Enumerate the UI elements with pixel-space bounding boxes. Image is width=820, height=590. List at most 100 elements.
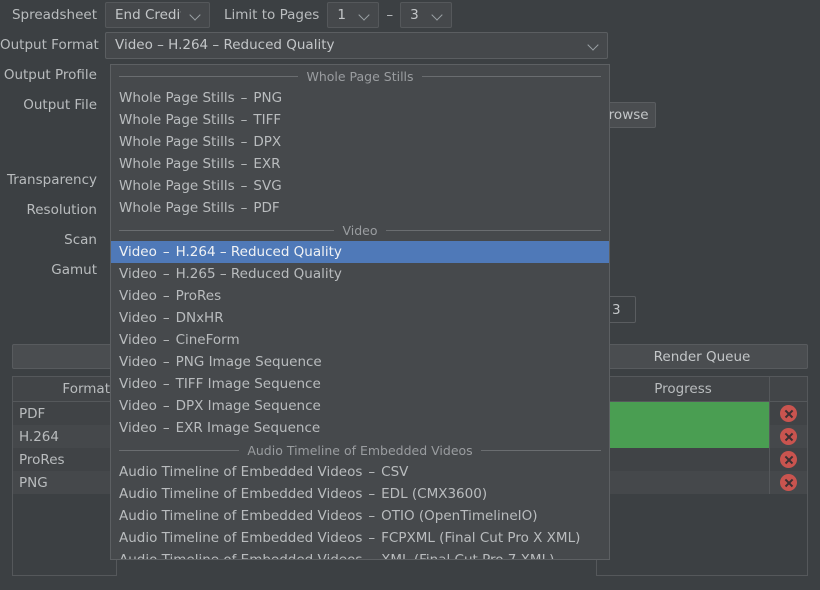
dropdown-option[interactable]: Whole Page Stills – PNG	[111, 87, 609, 109]
option-group-title: Whole Page Stills	[306, 68, 414, 84]
row-spreadsheet: Spreadsheet End Credits Limit to Pages 1…	[0, 0, 820, 30]
dropdown-option[interactable]: Whole Page Stills – DPX	[111, 131, 609, 153]
option-separator: –	[368, 552, 376, 560]
queue-table-header: Progress	[597, 377, 807, 402]
option-separator: –	[240, 156, 248, 172]
option-prefix: Video	[119, 376, 157, 392]
dropdown-option-selected[interactable]: Video – H.264 – Reduced Quality	[111, 241, 609, 263]
spreadsheet-combobox[interactable]: End Credits	[105, 2, 210, 28]
format-cell: ProRes	[19, 451, 65, 468]
option-prefix: Audio Timeline of Embedded Videos	[119, 486, 363, 502]
option-prefix: Audio Timeline of Embedded Videos	[119, 552, 363, 560]
dropdown-option[interactable]: Audio Timeline of Embedded Videos – OTIO (…	[111, 505, 609, 527]
render-settings-panel: Spreadsheet End Credits Limit to Pages 1…	[0, 0, 820, 590]
chevron-down-icon	[431, 8, 445, 22]
output-format-label: Output Format	[0, 37, 99, 53]
divider-line	[421, 75, 602, 77]
option-separator: –	[162, 244, 170, 260]
option-prefix: Audio Timeline of Embedded Videos	[119, 508, 363, 524]
option-separator: –	[240, 178, 248, 194]
option-suffix: EXR Image Sequence	[175, 420, 321, 436]
table-row[interactable]: H.264	[13, 425, 116, 448]
option-separator: –	[162, 398, 170, 414]
dropdown-option[interactable]: Video – DPX Image Sequence	[111, 395, 609, 417]
scan-label: Scan	[64, 232, 97, 248]
column-header-actions	[769, 377, 807, 401]
option-suffix: DNxHR	[175, 310, 224, 326]
dropdown-option[interactable]: Audio Timeline of Embedded Videos – CSV	[111, 461, 609, 483]
option-prefix: Whole Page Stills	[119, 200, 235, 216]
spreadsheet-label: Spreadsheet	[11, 7, 97, 23]
option-separator: –	[368, 486, 376, 502]
table-row[interactable]: PNG	[13, 471, 116, 494]
dropdown-option[interactable]: Audio Timeline of Embedded Videos – FCPXML…	[111, 527, 609, 549]
dropdown-option[interactable]: Audio Timeline of Embedded Videos – XML (F…	[111, 549, 609, 560]
divider-line	[119, 449, 240, 451]
close-circle-icon[interactable]	[780, 428, 797, 445]
page-range-dash: –	[386, 7, 394, 23]
actions-cell	[769, 448, 807, 471]
option-prefix: Video	[119, 420, 157, 436]
dropdown-option[interactable]: Video – TIFF Image Sequence	[111, 373, 609, 395]
page-from-value: 1	[337, 7, 346, 23]
format-cell: PDF	[19, 405, 46, 422]
table-row[interactable]	[597, 402, 807, 425]
dropdown-option[interactable]: Whole Page Stills – EXR	[111, 153, 609, 175]
option-suffix: FCPXML (Final Cut Pro X XML)	[381, 530, 581, 546]
progress-cell	[597, 402, 769, 425]
transparency-label: Transparency	[6, 172, 97, 188]
table-row[interactable]	[597, 425, 807, 448]
close-circle-icon[interactable]	[780, 405, 797, 422]
output-format-combobox[interactable]: Video – H.264 – Reduced Quality	[105, 31, 608, 59]
limit-to-pages-label: Limit to Pages	[224, 7, 320, 23]
queue-table-body	[597, 402, 807, 494]
dropdown-option[interactable]: Video – DNxHR	[111, 307, 609, 329]
page-to-combobox[interactable]: 3	[400, 2, 453, 28]
dropdown-option[interactable]: Whole Page Stills – TIFF	[111, 109, 609, 131]
dropdown-option[interactable]: Video – ProRes	[111, 285, 609, 307]
progress-bar	[597, 425, 769, 448]
option-separator: –	[368, 508, 376, 524]
table-row[interactable]: ProRes	[13, 448, 116, 471]
option-prefix: Whole Page Stills	[119, 90, 235, 106]
option-prefix: Video	[119, 332, 157, 348]
actions-cell	[769, 471, 807, 494]
dropdown-option[interactable]: Audio Timeline of Embedded Videos – EDL (C…	[111, 483, 609, 505]
option-prefix: Video	[119, 310, 157, 326]
option-suffix: SVG	[253, 178, 282, 194]
format-table-body: PDF H.264 ProRes PNG	[13, 402, 116, 494]
close-circle-icon[interactable]	[780, 451, 797, 468]
gamut-label: Gamut	[51, 262, 97, 278]
dropdown-option[interactable]: Video – EXR Image Sequence	[111, 417, 609, 439]
option-separator: –	[162, 376, 170, 392]
option-separator: –	[162, 354, 170, 370]
option-separator: –	[162, 288, 170, 304]
format-table: Format PDF H.264 ProRes PNG	[12, 376, 117, 576]
option-suffix: XML (Final Cut Pro 7 XML)	[381, 552, 555, 560]
render-queue-button[interactable]: Render Queue	[596, 344, 808, 369]
dropdown-option[interactable]: Video – PNG Image Sequence	[111, 351, 609, 373]
option-group-title: Audio Timeline of Embedded Videos	[247, 442, 473, 458]
dropdown-option[interactable]: Whole Page Stills – SVG	[111, 175, 609, 197]
dropdown-option[interactable]: Whole Page Stills – PDF	[111, 197, 609, 219]
option-suffix: TIFF	[253, 112, 282, 128]
option-suffix: H.264 – Reduced Quality	[175, 244, 342, 260]
table-row[interactable]	[597, 448, 807, 471]
page-from-combobox[interactable]: 1	[327, 2, 380, 28]
option-suffix: ProRes	[175, 288, 222, 304]
option-suffix: PNG Image Sequence	[175, 354, 322, 370]
column-header-progress: Progress	[654, 381, 712, 397]
option-separator: –	[162, 266, 170, 282]
option-group-header: Audio Timeline of Embedded Videos	[111, 439, 609, 461]
option-prefix: Video	[119, 244, 157, 260]
table-row[interactable]	[597, 471, 807, 494]
dropdown-option[interactable]: Video – H.265 – Reduced Quality	[111, 263, 609, 285]
output-format-dropdown-popup[interactable]: Whole Page Stills Whole Page Stills – PNG Wh…	[110, 64, 610, 560]
row-output-format: Output Format Video – H.264 – Reduced Qu…	[0, 30, 820, 60]
progress-cell	[597, 471, 769, 494]
option-suffix: EXR	[253, 156, 281, 172]
dropdown-option[interactable]: Video – CineForm	[111, 329, 609, 351]
close-circle-icon[interactable]	[780, 474, 797, 491]
table-row[interactable]: PDF	[13, 402, 116, 425]
option-suffix: DPX Image Sequence	[175, 398, 321, 414]
